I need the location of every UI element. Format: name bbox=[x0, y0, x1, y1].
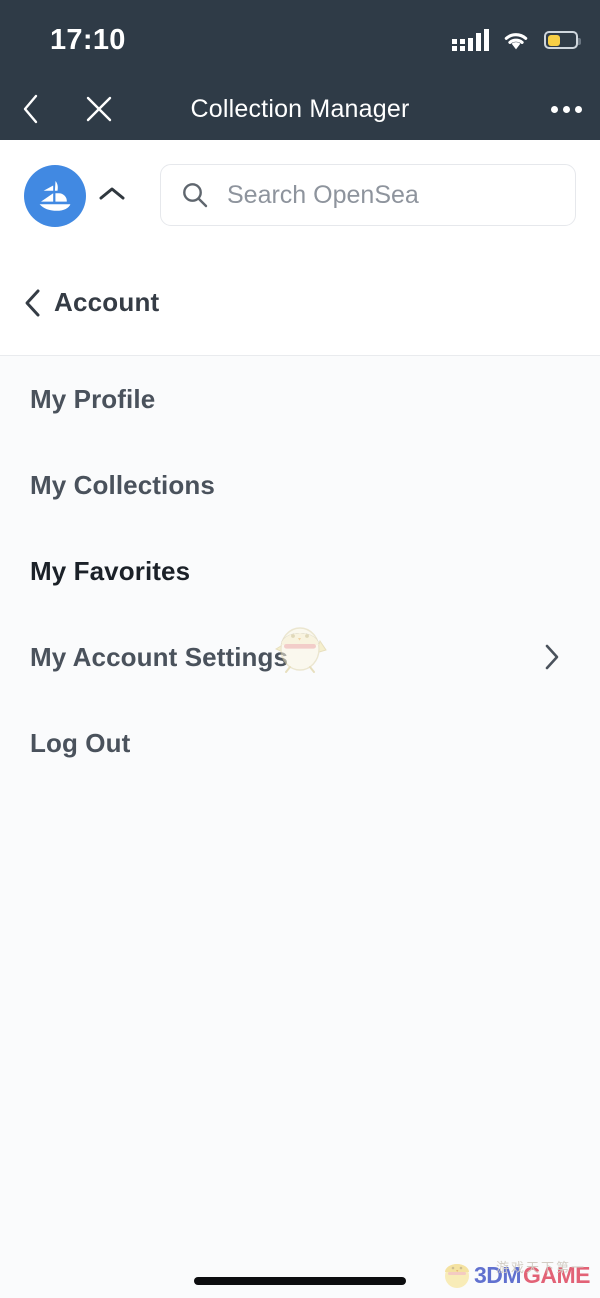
more-options-icon bbox=[562, 105, 570, 113]
menu-item-my-collections[interactable]: My Collections bbox=[0, 442, 600, 528]
account-back-row[interactable]: Account bbox=[0, 250, 600, 355]
battery-icon bbox=[544, 31, 581, 49]
chevron-left-icon bbox=[23, 94, 38, 124]
opensea-logo-button[interactable] bbox=[24, 165, 86, 227]
menu-item-label: My Account Settings bbox=[30, 641, 289, 672]
search-input[interactable] bbox=[227, 165, 575, 225]
more-options-icon bbox=[574, 105, 582, 113]
status-time: 17:10 bbox=[50, 24, 126, 56]
chevron-up-icon bbox=[99, 187, 125, 200]
account-menu-list: My Profile My Collections My Favorites M… bbox=[0, 356, 600, 786]
menu-item-my-favorites[interactable]: My Favorites bbox=[0, 528, 600, 614]
home-indicator[interactable] bbox=[194, 1277, 406, 1285]
chick-mascot-icon bbox=[444, 1264, 469, 1288]
collapse-menu-button[interactable] bbox=[94, 176, 130, 212]
menu-item-label: My Profile bbox=[30, 383, 156, 414]
menu-item-label: My Favorites bbox=[30, 555, 191, 586]
account-back-label: Account bbox=[54, 287, 160, 317]
menu-item-log-out[interactable]: Log Out bbox=[0, 700, 600, 786]
menu-item-label: Log Out bbox=[30, 727, 131, 758]
more-options-button[interactable] bbox=[540, 88, 592, 130]
chevron-left-icon bbox=[25, 289, 40, 316]
menu-item-my-profile[interactable]: My Profile bbox=[0, 356, 600, 442]
search-icon bbox=[183, 183, 208, 208]
status-indicators bbox=[452, 26, 581, 54]
navigation-bar: Collection Manager bbox=[0, 78, 600, 140]
back-button[interactable] bbox=[10, 88, 52, 130]
phone-screen: 17:10 Collection Manager Search OpenSea … bbox=[0, 0, 600, 1298]
chevron-right-icon bbox=[545, 644, 559, 670]
menu-item-my-account-settings[interactable]: My Account Settings bbox=[0, 614, 600, 700]
watermark: 游戏天下第一 3DM GAME bbox=[442, 1258, 591, 1292]
status-bar: 17:10 bbox=[0, 0, 600, 78]
cellular-signal-icon bbox=[452, 29, 489, 51]
close-icon bbox=[86, 96, 112, 122]
search-bar[interactable] bbox=[160, 164, 576, 226]
close-button[interactable] bbox=[78, 88, 120, 130]
menu-item-label: My Collections bbox=[30, 469, 215, 500]
watermark-cn-text: 游戏天下第一 bbox=[495, 1260, 586, 1275]
more-options-icon bbox=[550, 105, 558, 113]
opensea-sailboat-logo-icon bbox=[39, 181, 71, 211]
wifi-icon bbox=[504, 32, 528, 49]
